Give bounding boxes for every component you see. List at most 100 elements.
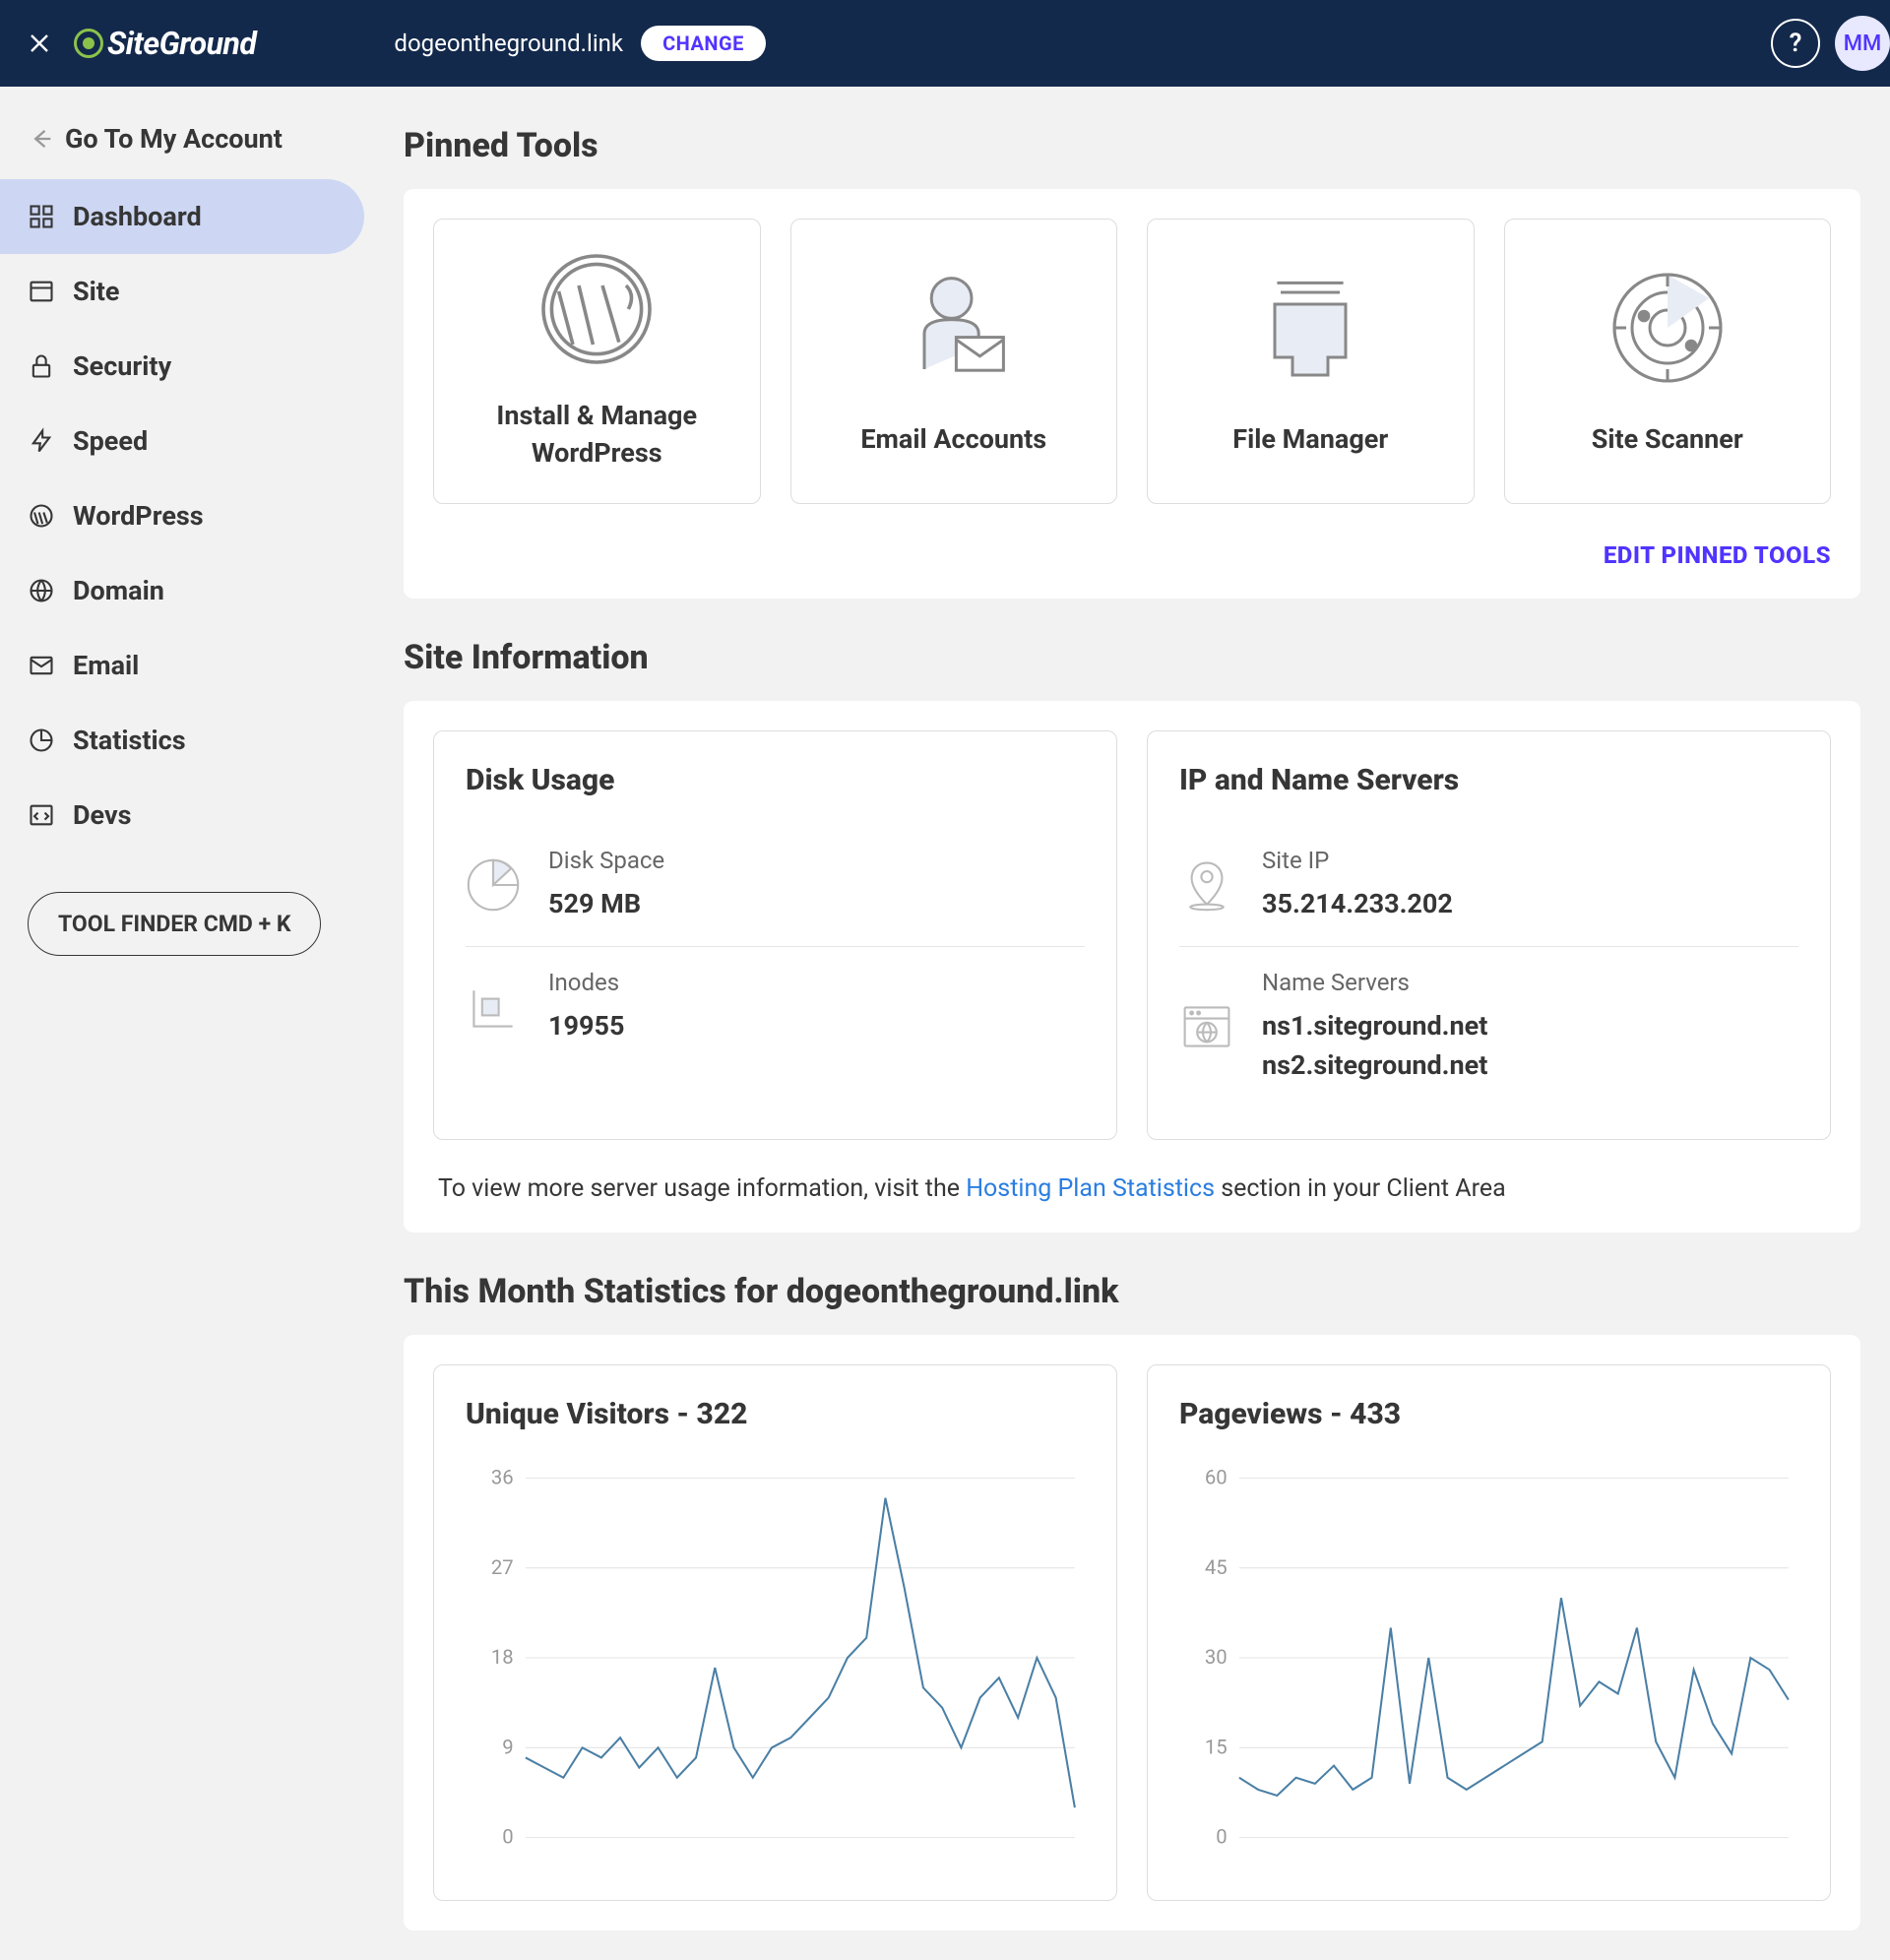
- svg-text:45: 45: [1205, 1554, 1228, 1578]
- svg-text:27: 27: [491, 1554, 514, 1578]
- close-button[interactable]: [20, 24, 59, 63]
- svg-text:18: 18: [491, 1645, 514, 1669]
- location-icon: [1179, 857, 1234, 913]
- lock-icon: [28, 352, 55, 380]
- arrow-left-icon: [28, 125, 55, 153]
- email-icon: [28, 652, 55, 679]
- sidebar-item-label: Speed: [73, 425, 148, 457]
- svg-text:0: 0: [502, 1824, 513, 1848]
- dashboard-icon: [28, 203, 55, 230]
- nameservers-value: ns1.siteground.net ns2.siteground.net: [1262, 1006, 1487, 1086]
- email-tile-icon: [890, 264, 1018, 392]
- pinned-tile-email[interactable]: Email Accounts: [790, 219, 1118, 504]
- sidebar-item-email[interactable]: Email: [0, 628, 364, 703]
- pageviews-chart: Pageviews - 433 0 15 30 45 60: [1147, 1364, 1831, 1901]
- tile-label: File Manager: [1232, 421, 1388, 459]
- sidebar-item-site[interactable]: Site: [0, 254, 364, 329]
- code-icon: [28, 801, 55, 829]
- filemanager-tile-icon: [1246, 264, 1374, 392]
- change-domain-button[interactable]: CHANGE: [641, 26, 766, 61]
- tool-finder-button[interactable]: TOOL FINDER CMD + K: [28, 892, 321, 956]
- tile-label: Email Accounts: [860, 421, 1046, 459]
- wordpress-icon: [28, 502, 55, 530]
- sidebar-item-label: Dashboard: [73, 201, 202, 232]
- site-ip-row: Site IP 35.214.233.202: [1179, 825, 1798, 946]
- disk-space-row: Disk Space 529 MB: [466, 825, 1085, 946]
- sidebar-item-label: Domain: [73, 575, 164, 606]
- sidebar-item-security[interactable]: Security: [0, 329, 364, 404]
- site-info-card: Disk Usage Disk Space 529 MB: [404, 701, 1860, 1233]
- help-icon: ?: [1790, 29, 1802, 58]
- inodes-label: Inodes: [548, 969, 624, 996]
- sidebar-item-label: Devs: [73, 799, 132, 831]
- speed-icon: [28, 427, 55, 455]
- site-ip-value: 35.214.233.202: [1262, 884, 1453, 924]
- site-icon: [28, 278, 55, 305]
- site-info-title: Site Information: [404, 638, 1860, 677]
- sidebar-item-dashboard[interactable]: Dashboard: [0, 179, 364, 254]
- site-ip-label: Site IP: [1262, 847, 1453, 874]
- sidebar-item-label: WordPress: [73, 500, 204, 532]
- nameservers-label: Name Servers: [1262, 969, 1487, 996]
- inodes-row: Inodes 19955: [466, 946, 1085, 1068]
- nameservers-row: Name Servers ns1.siteground.net ns2.site…: [1179, 946, 1798, 1107]
- avatar[interactable]: MM: [1835, 16, 1890, 71]
- pinned-tile-filemanager[interactable]: File Manager: [1147, 219, 1475, 504]
- logo[interactable]: SiteGround: [74, 25, 256, 62]
- unique-visitors-title: Unique Visitors - 322: [466, 1397, 1085, 1431]
- sidebar-item-label: Site: [73, 276, 120, 307]
- avatar-initials: MM: [1844, 32, 1881, 56]
- inodes-value: 19955: [548, 1006, 624, 1046]
- svg-text:0: 0: [1216, 1824, 1227, 1848]
- ip-ns-panel: IP and Name Servers Site IP 35.214.233.2…: [1147, 730, 1831, 1140]
- back-to-account-link[interactable]: Go To My Account: [0, 111, 374, 179]
- hosting-plan-stats-link[interactable]: Hosting Plan Statistics: [966, 1174, 1215, 1203]
- month-stats-card: Unique Visitors - 322 0 9 18 27 36 Pageviews…: [404, 1335, 1860, 1930]
- sidebar-item-wordpress[interactable]: WordPress: [0, 478, 364, 553]
- pie-icon: [466, 857, 521, 913]
- main-content: Pinned Tools Install & Manage WordPress …: [374, 87, 1890, 1960]
- nameservers-icon: [1179, 999, 1234, 1054]
- sidebar-item-speed[interactable]: Speed: [0, 404, 364, 478]
- pinned-tools-title: Pinned Tools: [404, 126, 1860, 165]
- globe-icon: [28, 577, 55, 604]
- pageviews-title: Pageviews - 433: [1179, 1397, 1798, 1431]
- disk-space-value: 529 MB: [548, 884, 664, 924]
- statistics-icon: [28, 727, 55, 754]
- unique-visitors-chart: Unique Visitors - 322 0 9 18 27 36: [433, 1364, 1117, 1901]
- svg-text:9: 9: [502, 1735, 513, 1758]
- edit-pinned-tools-link[interactable]: EDIT PINNED TOOLS: [433, 541, 1831, 569]
- current-domain: dogeontheground.link: [394, 30, 623, 57]
- svg-text:60: 60: [1205, 1465, 1228, 1488]
- sitescanner-tile-icon: [1604, 264, 1732, 392]
- pinned-tile-wordpress[interactable]: Install & Manage WordPress: [433, 219, 761, 504]
- sidebar-item-domain[interactable]: Domain: [0, 553, 364, 628]
- server-usage-note: To view more server usage information, v…: [433, 1140, 1831, 1203]
- wordpress-tile-icon: [533, 250, 661, 368]
- ip-ns-title: IP and Name Servers: [1179, 763, 1798, 797]
- pinned-tile-sitescanner[interactable]: Site Scanner: [1504, 219, 1832, 504]
- disk-space-label: Disk Space: [548, 847, 664, 874]
- disk-usage-panel: Disk Usage Disk Space 529 MB: [433, 730, 1117, 1140]
- svg-text:15: 15: [1205, 1735, 1228, 1758]
- sidebar-item-devs[interactable]: Devs: [0, 778, 364, 853]
- sidebar-item-label: Email: [73, 650, 139, 681]
- pinned-tools-card: Install & Manage WordPress Email Account…: [404, 189, 1860, 599]
- line-chart: 0 9 18 27 36: [466, 1451, 1085, 1865]
- sidebar-item-statistics[interactable]: Statistics: [0, 703, 364, 778]
- month-stats-title: This Month Statistics for dogeonthegroun…: [404, 1272, 1860, 1311]
- logo-icon: [74, 29, 103, 58]
- inodes-icon: [466, 980, 521, 1035]
- sidebar-item-label: Statistics: [73, 725, 186, 756]
- logo-text: SiteGround: [107, 25, 256, 62]
- back-label: Go To My Account: [65, 123, 283, 155]
- tool-finder-label: TOOL FINDER CMD + K: [58, 911, 290, 937]
- help-button[interactable]: ?: [1771, 19, 1820, 68]
- sidebar-item-label: Security: [73, 350, 171, 382]
- disk-usage-title: Disk Usage: [466, 763, 1085, 797]
- svg-text:30: 30: [1205, 1645, 1228, 1669]
- tile-label: Site Scanner: [1592, 421, 1743, 459]
- domain-switcher: dogeontheground.link CHANGE: [394, 26, 766, 61]
- close-icon: [28, 32, 51, 55]
- svg-text:36: 36: [491, 1465, 514, 1488]
